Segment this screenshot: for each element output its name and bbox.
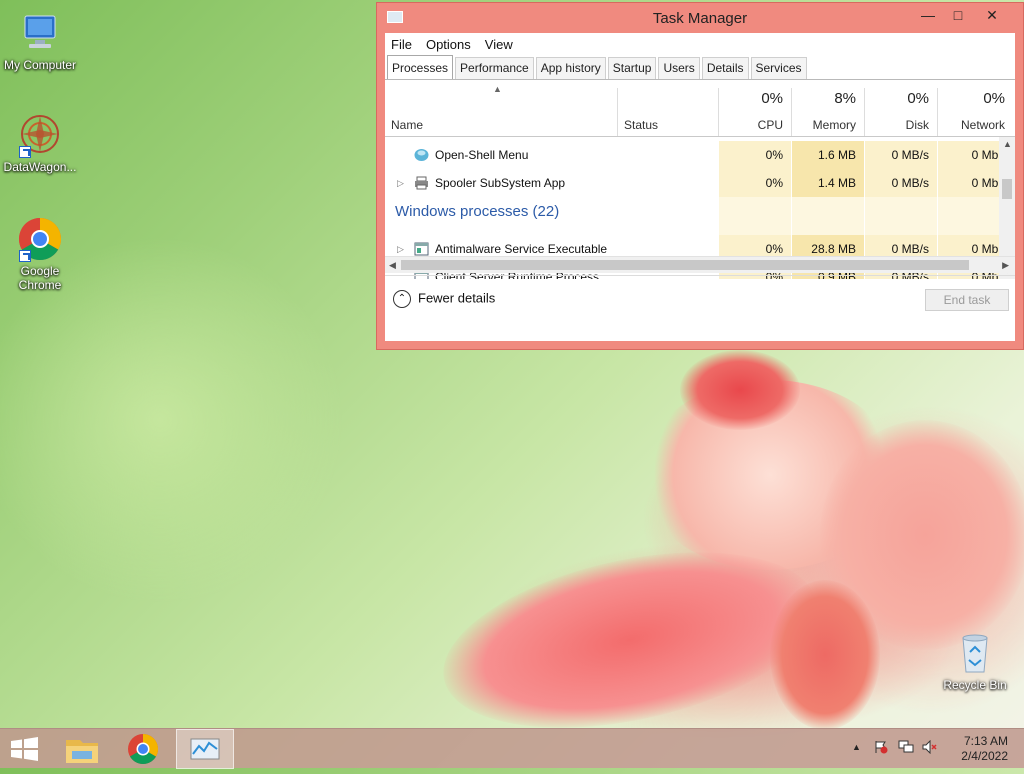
column-memory-label: Memory: [812, 118, 856, 132]
title-bar[interactable]: Task Manager — □ ✕: [377, 3, 1023, 33]
windows-logo-icon: [11, 737, 38, 761]
column-status[interactable]: Status: [618, 80, 718, 136]
network-value: 0 Mbp: [938, 169, 1007, 197]
desktop-icon-label: Google Chrome: [18, 264, 62, 292]
clock[interactable]: 7:13 AM 2/4/2022: [961, 734, 1008, 764]
scroll-right-icon[interactable]: ▶: [1002, 260, 1009, 271]
tab-app-history[interactable]: App history: [535, 57, 606, 79]
group-windows-processes[interactable]: Windows processes (22): [395, 203, 559, 220]
clock-date: 2/4/2022: [961, 749, 1008, 763]
desktop-icon-label: Recycle Bin: [943, 678, 1007, 692]
taskbar: ▲ 7:13 AM 2/4/2022: [0, 728, 1024, 769]
task-manager-window: Task Manager — □ ✕ File Options View Pro…: [376, 2, 1024, 350]
shortcut-arrow-icon: [19, 146, 31, 158]
printer-icon: [414, 176, 429, 190]
open-shell-icon: [414, 148, 429, 162]
minimize-button[interactable]: —: [911, 3, 945, 29]
window-client: File Options View Processes Performance …: [385, 33, 1015, 341]
maximize-button[interactable]: □: [941, 3, 975, 29]
column-memory[interactable]: 8% Memory: [792, 80, 864, 136]
tab-services[interactable]: Services: [750, 57, 807, 79]
end-task-button[interactable]: End task: [925, 289, 1009, 311]
chevron-up-icon: ⌃: [393, 290, 411, 308]
fewer-details-button[interactable]: ⌃ Fewer details: [393, 290, 495, 308]
taskbar-chrome[interactable]: [116, 729, 174, 769]
scroll-thumb[interactable]: [1002, 179, 1012, 199]
column-name[interactable]: Name: [385, 80, 617, 136]
cpu-value: 0%: [719, 169, 791, 197]
tab-users[interactable]: Users: [658, 57, 700, 79]
tab-details[interactable]: Details: [701, 57, 749, 79]
memory-percent: 8%: [834, 90, 856, 107]
footer: ⌃ Fewer details End task: [385, 275, 1015, 327]
tab-startup[interactable]: Startup: [607, 57, 657, 79]
process-name: Spooler SubSystem App: [435, 176, 566, 190]
table-row[interactable]: Open-Shell Menu 0% 1.6 MB 0 MB/s 0 Mbp: [385, 141, 1007, 169]
chrome-icon: [17, 216, 63, 262]
desktop-icon-google-chrome[interactable]: Google Chrome: [0, 216, 80, 292]
recycle-bin-icon: [952, 630, 998, 676]
column-header: ▲ Name Status 0% CPU 8% Memory 0% Disk 0…: [385, 80, 1015, 137]
menu-view[interactable]: View: [485, 37, 513, 52]
action-center-flag-icon[interactable]: [874, 740, 888, 754]
column-network-label: Network: [960, 118, 1005, 132]
desktop-icon-recycle-bin[interactable]: Recycle Bin: [935, 630, 1015, 692]
column-disk[interactable]: 0% Disk: [865, 80, 937, 136]
disk-value: 0 MB/s: [865, 141, 937, 169]
disk-value: 0 MB/s: [865, 169, 937, 197]
cpu-percent: 0%: [761, 90, 783, 107]
network-percent: 0%: [983, 90, 1005, 107]
fewer-details-label: Fewer details: [418, 290, 496, 306]
expand-chevron-icon[interactable]: ▷: [397, 169, 404, 197]
scroll-thumb[interactable]: [401, 260, 969, 270]
clock-time: 7:13 AM: [963, 734, 1008, 748]
memory-value: 1.4 MB: [792, 169, 864, 197]
datawagon-icon: [17, 112, 63, 158]
column-status-label: Status: [624, 118, 659, 132]
disk-percent: 0%: [907, 90, 929, 107]
close-button[interactable]: ✕: [975, 3, 1009, 29]
scroll-left-icon[interactable]: ◀: [389, 260, 396, 271]
desktop-icon-datawagon[interactable]: DataWagon...: [0, 112, 80, 174]
network-value: 0 Mbp: [938, 141, 1007, 169]
tab-performance[interactable]: Performance: [455, 57, 534, 79]
taskbar-task-manager[interactable]: [176, 729, 234, 769]
process-name: Open-Shell Menu: [435, 148, 529, 162]
column-disk-label: Disk: [905, 118, 929, 132]
horizontal-scrollbar[interactable]: ◀ ▶: [385, 256, 1015, 273]
network-icon[interactable]: [898, 740, 914, 754]
start-button[interactable]: [0, 729, 58, 769]
tab-processes[interactable]: Processes: [387, 55, 454, 79]
scroll-up-icon[interactable]: ▲: [1003, 139, 1012, 149]
menu-options[interactable]: Options: [426, 37, 471, 52]
memory-value: 1.6 MB: [792, 141, 864, 169]
task-manager-icon: [190, 738, 220, 760]
desktop-icon-my-computer[interactable]: My Computer: [0, 10, 80, 72]
table-row[interactable]: ▷ Spooler SubSystem App 0% 1.4 MB 0 MB/s…: [385, 169, 1007, 197]
desktop-icon-label: DataWagon...: [3, 160, 77, 174]
volume-muted-icon[interactable]: [922, 739, 938, 755]
desktop-icon-label: My Computer: [3, 58, 77, 72]
column-network[interactable]: 0% Network: [938, 80, 1013, 136]
menu-file[interactable]: File: [391, 37, 412, 52]
column-cpu-label: CPU: [757, 118, 783, 132]
chrome-icon: [128, 734, 159, 765]
computer-icon: [17, 10, 63, 56]
folder-icon: [66, 740, 98, 763]
cpu-value: 0%: [719, 141, 791, 169]
menu-bar: File Options View: [385, 33, 1015, 55]
column-name-label: Name: [391, 118, 424, 132]
service-window-icon: [414, 242, 429, 256]
tab-bar: Processes Performance App history Startu…: [385, 55, 1015, 80]
shortcut-arrow-icon: [19, 250, 31, 262]
show-hidden-icons-icon[interactable]: ▲: [852, 742, 861, 752]
column-cpu[interactable]: 0% CPU: [719, 80, 791, 136]
taskbar-file-explorer[interactable]: [58, 729, 116, 769]
